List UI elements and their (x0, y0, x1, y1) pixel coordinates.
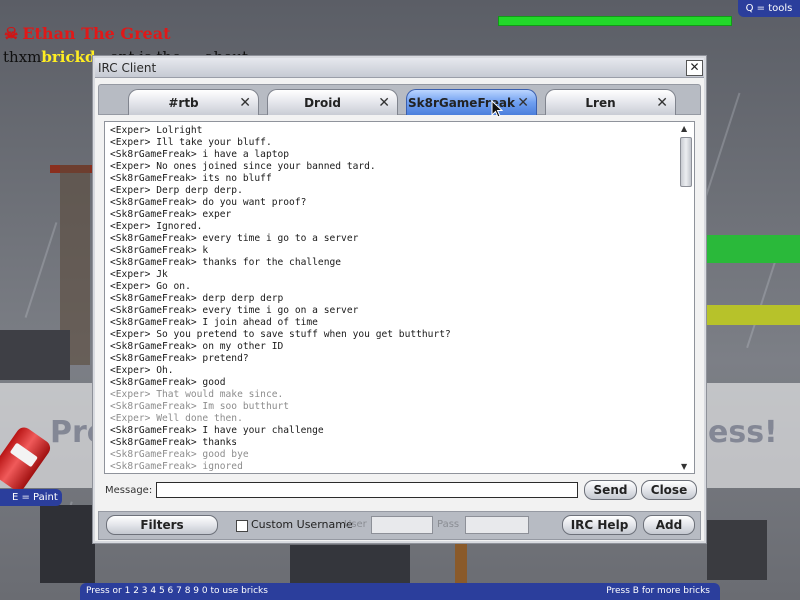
chat-log-line: <Sk8rGameFreak> good (110, 377, 226, 388)
chat-log-line: <Exper> Jk (110, 269, 168, 280)
skull-icon: ☠ (4, 24, 19, 43)
user-label: User (344, 519, 367, 530)
tab-label: #rtb (168, 96, 199, 110)
tab-close-icon[interactable]: ✕ (517, 95, 529, 111)
user-input[interactable] (371, 516, 433, 534)
chat-highlight: brickd (41, 48, 96, 66)
chat-log-line: <Sk8rGameFreak> pretend? (110, 353, 249, 364)
rain-streak (24, 222, 58, 318)
brick-dark (707, 520, 767, 580)
scroll-up-icon[interactable]: ▲ (681, 124, 687, 133)
brick-hint-bar: Press or 1 2 3 4 5 6 7 8 9 0 to use bric… (80, 583, 720, 600)
mouse-cursor-icon (491, 100, 503, 118)
tab-close-icon[interactable]: ✕ (239, 95, 251, 111)
chat-log-line: <Sk8rGameFreak> good bye (110, 449, 249, 460)
tools-hint: Q = tools (738, 0, 800, 17)
pass-label: Pass (437, 519, 460, 530)
tab-close-icon[interactable]: ✕ (656, 95, 668, 111)
tab-label: Droid (304, 96, 341, 110)
tab-label: Lren (585, 96, 616, 110)
message-input[interactable] (156, 482, 578, 498)
chat-log-line: <Exper> Go on. (110, 281, 191, 292)
brick-wood (455, 544, 467, 584)
scroll-down-icon[interactable]: ▼ (681, 462, 687, 471)
rain-streak (701, 92, 741, 208)
chat-log-line: <Sk8rGameFreak> thanks for the challenge (110, 257, 342, 268)
brick-dark (0, 330, 70, 380)
irc-options-panel: Filters Custom Username User Pass IRC He… (98, 511, 701, 540)
pass-input[interactable] (465, 516, 529, 534)
chat-log-line: <Exper> That would make since. (110, 389, 284, 400)
window-title: IRC Client (98, 61, 157, 75)
chat-log[interactable]: <Exper> Lolright <Exper> Ill take your bl… (104, 121, 695, 474)
chat-log-line: <Exper> Ill take your bluff. (110, 137, 272, 148)
chat-log-line: <Sk8rGameFreak> I join ahead of time (110, 317, 318, 328)
chat-log-line: <Sk8rGameFreak> Im soo butthurt (110, 401, 290, 412)
chat-log-line: <Sk8rGameFreak> on my other ID (110, 341, 284, 352)
chat-log-line: <Sk8rGameFreak> I have your challenge (110, 425, 324, 436)
tab-close-icon[interactable]: ✕ (378, 95, 390, 111)
brick-dark (40, 505, 95, 583)
chat-log-line: <Exper> Well done then. (110, 413, 243, 424)
brick-hint-left: Press or 1 2 3 4 5 6 7 8 9 0 to use bric… (86, 586, 268, 596)
chat-log-line: <Exper> No ones joined since your banned… (110, 161, 376, 172)
channel-tab-strip: #rtb ✕ Droid ✕ Sk8rGameFreak ✕ Lren ✕ (98, 84, 701, 115)
chat-log-scrollbar[interactable]: ▲ ▼ (679, 123, 693, 472)
chat-log-line: <Exper> Lolright (110, 125, 203, 136)
message-label: Message: (105, 485, 153, 496)
tab-lren[interactable]: Lren ✕ (545, 89, 676, 115)
chat-log-line: <Sk8rGameFreak> do you want proof? (110, 197, 307, 208)
chat-log-line: <Sk8rGameFreak> exper (110, 209, 232, 220)
tab-rtb[interactable]: #rtb ✕ (128, 89, 259, 115)
chat-log-line: <Exper> Derp derp derp. (110, 185, 243, 196)
chat-log-line: <Sk8rGameFreak> its no bluff (110, 173, 272, 184)
chat-log-line: <Sk8rGameFreak> i have a laptop (110, 149, 290, 160)
chat-log-line: <Exper> Oh. (110, 365, 174, 376)
chat-log-line: <Exper> So you pretend to save stuff whe… (110, 329, 451, 340)
chat-log-lines: <Exper> Lolright <Exper> Ill take your bl… (110, 125, 675, 473)
chat-log-line: <Exper> Ignored. (110, 221, 203, 232)
tab-droid[interactable]: Droid ✕ (267, 89, 398, 115)
window-titlebar[interactable]: IRC Client ✕ (95, 58, 704, 78)
health-bar (498, 16, 732, 26)
player-name: ☠ Ethan The Great (4, 24, 170, 43)
close-button[interactable]: Close (641, 480, 697, 500)
brick-dark (290, 545, 410, 585)
custom-username-checkbox[interactable] (236, 520, 248, 532)
player-name-text: Ethan The Great (22, 24, 171, 43)
chat-log-line: <Sk8rGameFreak> every time i go to a ser… (110, 233, 359, 244)
brick-yellow (707, 305, 800, 325)
chat-log-line: <Sk8rGameFreak> ignored (110, 461, 243, 472)
scroll-thumb[interactable] (680, 137, 692, 187)
add-button[interactable]: Add (643, 515, 695, 535)
chat-log-line: <Sk8rGameFreak> every time i go on a ser… (110, 305, 359, 316)
custom-username-label: Custom Username (251, 518, 353, 531)
chat-log-line: <Sk8rGameFreak> thanks (110, 437, 238, 448)
brick-green (707, 235, 800, 263)
paint-hint: E = Paint (0, 489, 62, 506)
filters-button[interactable]: Filters (106, 515, 218, 535)
chat-prefix: thxm (3, 48, 42, 66)
irc-client-window: IRC Client ✕ #rtb ✕ Droid ✕ Sk8rGameFrea… (92, 55, 707, 544)
chat-log-line: <Sk8rGameFreak> k (110, 245, 209, 256)
chat-log-line: <Sk8rGameFreak> derp derp derp (110, 293, 284, 304)
brick-hint-right: Press B for more bricks (606, 586, 710, 596)
window-close-button[interactable]: ✕ (686, 60, 703, 76)
irc-help-button[interactable]: IRC Help (562, 515, 637, 535)
watermark-right: ess! (708, 415, 778, 450)
send-button[interactable]: Send (584, 480, 637, 500)
tab-sk8rgamefreak[interactable]: Sk8rGameFreak ✕ (406, 89, 537, 115)
